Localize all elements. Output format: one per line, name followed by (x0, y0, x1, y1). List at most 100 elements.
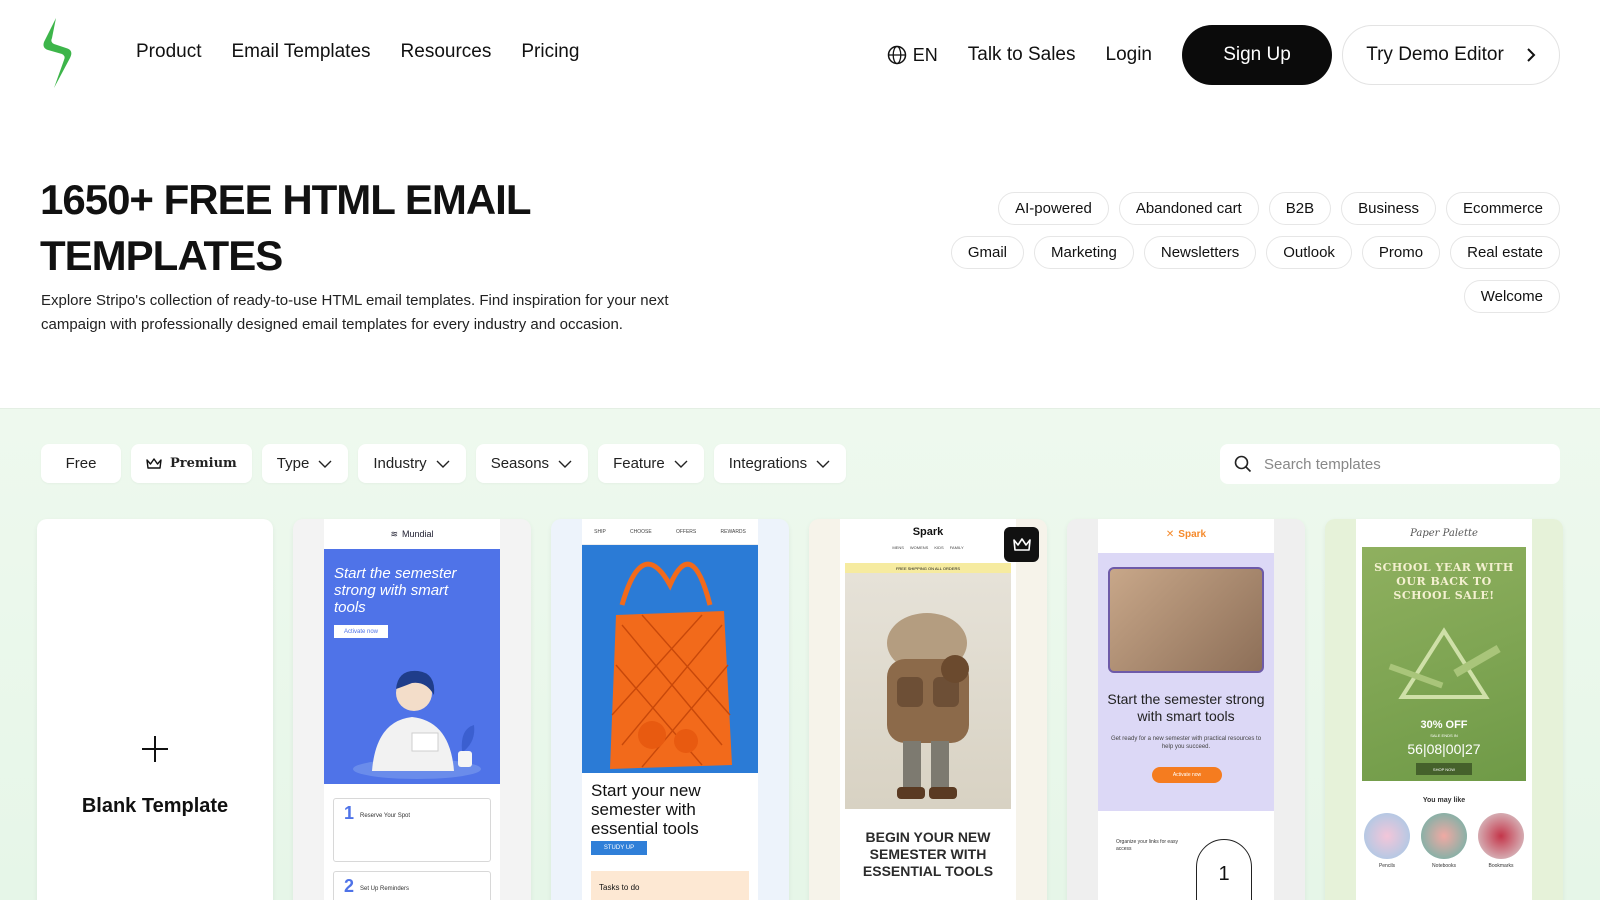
nav-email-templates[interactable]: Email Templates (231, 41, 370, 63)
template-preview: ✕ Spark Start the semester strong with s… (1098, 519, 1274, 900)
search-box (1220, 444, 1560, 484)
step-label: Reserve Your Spot (360, 813, 411, 819)
product-image (1478, 813, 1524, 859)
filter-type-label: Type (276, 455, 310, 472)
language-label: EN (912, 44, 938, 65)
template-card[interactable]: ✕ Spark Start the semester strong with s… (1067, 519, 1305, 900)
template-card[interactable]: ≋ Mundial Start the semester strong with… (293, 519, 531, 900)
school-supplies-illustration-icon (1388, 627, 1501, 699)
template-cta: STUDY UP (591, 841, 647, 855)
template-you-may-like: You may like (1422, 797, 1466, 804)
template-subtitle: Get ready for a new semester with practi… (1110, 736, 1262, 750)
nav-product[interactable]: Product (136, 41, 201, 63)
filter-premium[interactable]: Premium (131, 444, 252, 483)
nav-pricing[interactable]: Pricing (521, 41, 579, 63)
filter-feature[interactable]: Feature (598, 444, 704, 483)
template-preview: SHIP CHOOSE OFFERS REWARDS Start your ne… (582, 519, 758, 900)
stripo-logo-icon[interactable] (40, 16, 80, 90)
template-preview: ≋ Mundial Start the semester strong with… (324, 519, 500, 900)
template-headline: Start the semester strong with smart too… (334, 565, 457, 616)
filter-integrations[interactable]: Integrations (713, 444, 847, 483)
product-label: Bookmarks (1488, 863, 1514, 869)
menu-item: CHOOSE (630, 528, 652, 535)
tag-real-estate[interactable]: Real estate (1450, 236, 1560, 269)
chevron-right-icon (1527, 48, 1536, 62)
menu-item: REWARDS (720, 528, 746, 535)
menu-item: OFFERS (675, 528, 697, 535)
filter-industry[interactable]: Industry (358, 444, 466, 483)
template-preview: Spark MENS WOMENS KIDS FAMILY FREE SHIPP… (840, 519, 1016, 900)
tag-newsletters[interactable]: Newsletters (1143, 236, 1257, 269)
templates-listing: Free Premium Type Industry Seasons Featu… (0, 408, 1600, 900)
filter-feature-label: Feature (613, 455, 665, 472)
product-image (1421, 813, 1467, 859)
menu-item: FAMILY (949, 545, 964, 550)
template-brand-header: ≋ Mundial (324, 519, 500, 549)
nav-actions: EN Talk to Sales Login Sign Up Try Demo … (887, 25, 1560, 85)
login-link[interactable]: Login (1106, 44, 1153, 66)
sign-up-button[interactable]: Sign Up (1182, 25, 1332, 85)
filter-integrations-label: Integrations (728, 455, 808, 472)
template-cta: SHOP NOW (1416, 763, 1472, 775)
blank-template-card[interactable]: Blank Template (37, 519, 273, 900)
step-number: 1 (344, 803, 355, 823)
template-menu: SHIP CHOOSE OFFERS REWARDS (582, 519, 758, 545)
search-input[interactable] (1264, 455, 1546, 473)
filter-premium-label: Premium (170, 456, 237, 471)
template-step-box: 2 Set Up Reminders (333, 871, 491, 900)
menu-item: KIDS (934, 545, 944, 550)
product-image (1364, 813, 1410, 859)
tag-ecommerce[interactable]: Ecommerce (1445, 192, 1560, 225)
template-cta: Activate now (1152, 767, 1222, 783)
tag-outlook[interactable]: Outlook (1266, 236, 1352, 269)
tag-gmail[interactable]: Gmail (950, 236, 1024, 269)
chevron-down-icon (318, 460, 332, 468)
filter-bar: Free Premium Type Industry Seasons Featu… (41, 444, 847, 483)
tag-abandoned-cart[interactable]: Abandoned cart (1118, 192, 1259, 225)
template-headline: Start your new semester with essential t… (591, 781, 701, 838)
language-selector[interactable]: EN (887, 45, 938, 66)
nav-links: Product Email Templates Resources Pricin… (136, 41, 579, 63)
crown-icon (1012, 537, 1031, 551)
tag-promo[interactable]: Promo (1361, 236, 1441, 269)
template-brand: Paper Palette (1410, 527, 1478, 539)
tag-business[interactable]: Business (1341, 192, 1436, 225)
template-hero-image: SCHOOL YEAR WITH OUR BACK TO SCHOOL SALE… (1362, 547, 1526, 781)
try-demo-editor-button[interactable]: Try Demo Editor (1342, 25, 1560, 85)
template-headline: SCHOOL YEAR WITH OUR BACK TO SCHOOL SALE… (1374, 561, 1514, 602)
tag-b2b[interactable]: B2B (1268, 192, 1332, 225)
tag-ai-powered[interactable]: AI-powered (998, 192, 1109, 225)
template-grid: Blank Template ≋ Mundial Start the semes… (37, 519, 1563, 900)
template-headline: Start the semester strong with smart too… (1107, 691, 1265, 724)
plus-icon (142, 736, 168, 762)
tag-welcome[interactable]: Welcome (1463, 280, 1560, 313)
step-label: Set Up Reminders (360, 886, 410, 892)
template-card[interactable]: SHIP CHOOSE OFFERS REWARDS Start your ne… (551, 519, 789, 900)
template-hero-panel: Start the semester strong with smart too… (1098, 553, 1274, 811)
top-nav: Product Email Templates Resources Pricin… (0, 0, 1600, 108)
menu-item: MENS (892, 545, 904, 550)
talk-to-sales-link[interactable]: Talk to Sales (968, 44, 1076, 66)
nav-resources[interactable]: Resources (401, 41, 492, 63)
template-brand: Spark (1178, 528, 1207, 540)
template-menu: MENS WOMENS KIDS FAMILY (840, 545, 1016, 550)
try-demo-label: Try Demo Editor (1366, 44, 1504, 65)
filter-free[interactable]: Free (41, 444, 121, 483)
template-hero-image (582, 545, 758, 773)
student-illustration-icon (353, 670, 481, 779)
template-hero-image (1108, 567, 1264, 673)
chevron-down-icon (436, 460, 450, 468)
blank-template-label: Blank Template (81, 795, 229, 817)
filter-seasons[interactable]: Seasons (475, 444, 589, 483)
product-label: Notebooks (1432, 863, 1456, 869)
shipping-banner: FREE SHIPPING ON ALL ORDERS (845, 563, 1011, 573)
template-brand-header: Spark (840, 519, 1016, 545)
tag-marketing[interactable]: Marketing (1034, 236, 1134, 269)
filter-type[interactable]: Type (261, 444, 349, 483)
template-card[interactable]: Spark MENS WOMENS KIDS FAMILY FREE SHIPP… (809, 519, 1047, 900)
template-card[interactable]: Paper Palette SCHOOL YEAR WITH OUR BACK … (1325, 519, 1563, 900)
chevron-down-icon (558, 460, 572, 468)
brand-mark-icon: ≋ (390, 528, 398, 539)
menu-item: SHIP (594, 528, 606, 535)
step-number: 2 (344, 876, 355, 896)
